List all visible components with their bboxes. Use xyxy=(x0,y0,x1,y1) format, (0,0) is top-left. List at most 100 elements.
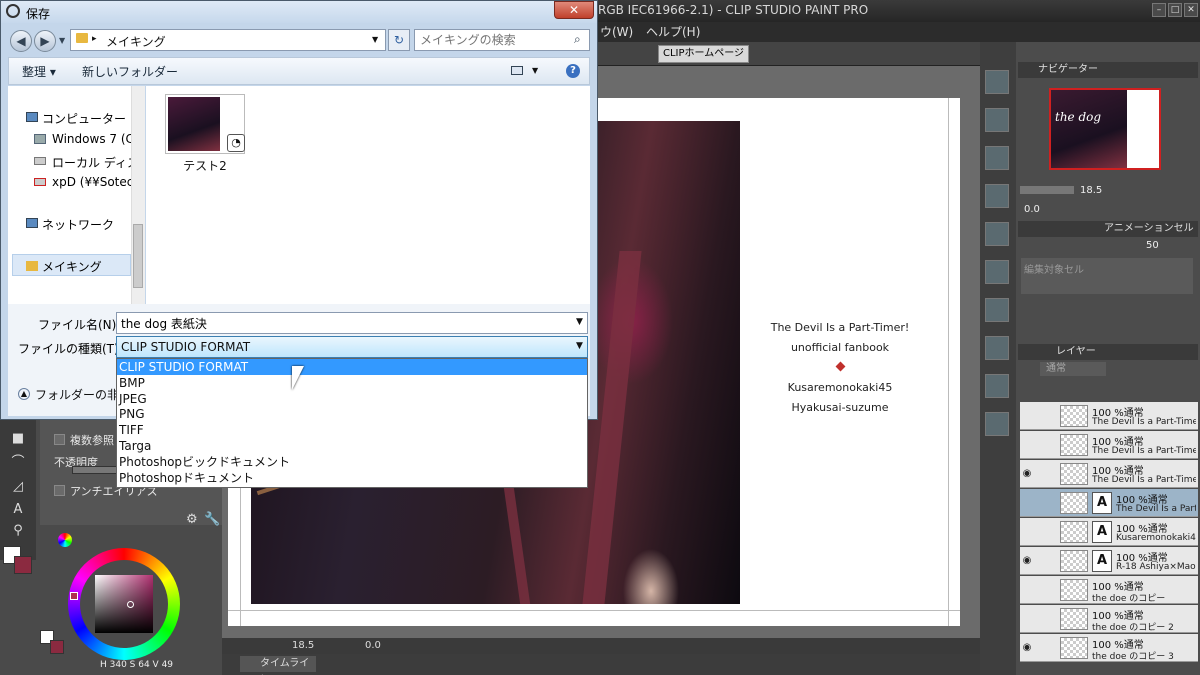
eye-icon[interactable]: ◉ xyxy=(1020,642,1034,654)
back-button[interactable]: ◀ xyxy=(10,30,32,52)
filetype-option[interactable]: Photoshopビックドキュメント xyxy=(117,454,587,470)
eye-icon[interactable]: ◉ xyxy=(1020,555,1034,567)
nav-scrollbar-thumb[interactable] xyxy=(133,224,143,288)
panel-icon[interactable] xyxy=(985,260,1009,284)
refresh-button[interactable]: ↻ xyxy=(388,29,410,51)
layer-name[interactable]: Kusaremonokaki45 xyxy=(1116,533,1196,543)
tab-navigator[interactable]: ナビゲーター xyxy=(1018,62,1198,78)
panel-icon[interactable] xyxy=(985,108,1009,132)
filetype-option[interactable]: CLIP STUDIO FORMAT xyxy=(117,359,587,375)
eye-icon[interactable] xyxy=(1020,439,1034,451)
layer-row[interactable]: A 100 %通常 The Devil Is a Part xyxy=(1020,489,1198,517)
file-name[interactable]: テスト2 xyxy=(165,157,245,174)
close-button[interactable]: ✕ xyxy=(554,1,594,19)
tab-timeline[interactable]: タイムライン xyxy=(240,656,316,675)
breadcrumb-arrow-icon[interactable]: ▸ xyxy=(92,34,97,44)
panel-icon[interactable] xyxy=(985,298,1009,322)
layer-name[interactable]: the doe のコピー xyxy=(1092,591,1196,604)
layer-row[interactable]: 100 %通常 The Devil Is a Part-Timer xyxy=(1020,402,1198,430)
fill-icon[interactable]: ■ xyxy=(11,432,25,446)
new-folder-button[interactable]: 新しいフォルダー xyxy=(82,63,178,80)
layer-name[interactable]: The Devil Is a Part-Timer xyxy=(1092,446,1196,456)
color-wheel-tab-icon[interactable] xyxy=(58,533,72,547)
layer-name[interactable]: The Devil Is a Part xyxy=(1116,504,1196,514)
eye-icon[interactable] xyxy=(1020,410,1034,422)
search-input[interactable] xyxy=(420,33,570,47)
layer-row[interactable]: ◉ 100 %通常 The Devil Is a Part-Timer xyxy=(1020,460,1198,488)
breadcrumb[interactable]: メイキング xyxy=(106,33,166,50)
clip-home-button[interactable]: CLIPホームページ xyxy=(658,45,750,63)
filename-input[interactable] xyxy=(116,312,588,334)
view-icon[interactable] xyxy=(511,66,523,75)
panel-icon[interactable] xyxy=(985,70,1009,94)
filetype-option[interactable]: TIFF xyxy=(117,422,587,438)
eye-icon[interactable] xyxy=(1020,497,1034,509)
filetype-option[interactable]: BMP xyxy=(117,375,587,391)
panel-icon[interactable] xyxy=(985,184,1009,208)
panel-icon[interactable] xyxy=(985,222,1009,246)
figure-icon[interactable]: ◿ xyxy=(11,480,25,494)
search-icon[interactable]: ⌕ xyxy=(574,32,581,47)
layer-row[interactable]: 100 %通常 the doe のコピー 2 xyxy=(1020,605,1198,633)
layer-row[interactable]: ◉ 100 %通常 the doe のコピー 3 xyxy=(1020,634,1198,662)
history-dropdown-icon[interactable]: ▼ xyxy=(59,36,65,45)
hue-marker[interactable] xyxy=(70,592,78,600)
panel-icon[interactable] xyxy=(985,336,1009,360)
anim-edit-target[interactable]: 編集対象セル xyxy=(1021,258,1193,294)
nav-item-making[interactable]: メイキング xyxy=(42,258,102,275)
filetype-option[interactable]: PNG xyxy=(117,406,587,422)
sub-color-swatch[interactable] xyxy=(14,556,32,574)
view-dropdown-icon[interactable]: ▼ xyxy=(532,66,538,75)
organize-button[interactable]: 整理 ▾ xyxy=(22,63,56,80)
app-close-button[interactable]: ✕ xyxy=(1184,3,1198,17)
layer-name[interactable]: The Devil Is a Part-Timer xyxy=(1092,475,1196,485)
layer-name[interactable]: the doe のコピー 3 xyxy=(1092,649,1196,662)
layer-name[interactable]: The Devil Is a Part-Timer xyxy=(1092,417,1196,427)
chevron-up-icon[interactable]: ▲ xyxy=(18,388,30,400)
filetype-option[interactable]: Targa xyxy=(117,438,587,454)
color-picker-marker[interactable] xyxy=(127,601,134,608)
panel-icon[interactable] xyxy=(985,146,1009,170)
tab-layer[interactable]: レイヤー xyxy=(1018,344,1198,360)
minimize-button[interactable]: – xyxy=(1152,3,1166,17)
forward-button[interactable]: ▶ xyxy=(34,30,56,52)
layer-name[interactable]: the doe のコピー 2 xyxy=(1092,620,1196,633)
layer-row[interactable]: 100 %通常 The Devil Is a Part-Timer xyxy=(1020,431,1198,459)
eye-icon[interactable] xyxy=(1020,613,1034,625)
multi-ref-checkbox[interactable] xyxy=(54,434,65,445)
brush-icon[interactable]: ⌒ xyxy=(11,456,25,470)
text-tool-icon[interactable]: A xyxy=(11,503,25,517)
filetype-option[interactable]: Photoshopドキュメント xyxy=(117,470,587,486)
eye-icon[interactable] xyxy=(1020,584,1034,596)
tab-animation-cel[interactable]: アニメーションセル xyxy=(1018,221,1198,237)
layer-row[interactable]: ◉ A 100 %通常 R-18 Ashiya×Mao xyxy=(1020,547,1198,575)
maximize-button[interactable]: □ xyxy=(1168,3,1182,17)
nav-item-network[interactable]: ネットワーク xyxy=(42,216,114,233)
layer-name[interactable]: R-18 Ashiya×Mao xyxy=(1116,562,1196,572)
navigator-zoom-slider[interactable] xyxy=(1020,186,1074,194)
menu-window[interactable]: ウ(W) xyxy=(600,23,633,40)
eye-icon[interactable] xyxy=(1020,526,1034,538)
help-icon[interactable]: ? xyxy=(566,64,580,78)
settings-gear-icon[interactable]: ⚙ xyxy=(186,512,198,527)
color-saturation-square[interactable] xyxy=(95,575,153,633)
balloon-icon[interactable]: ⚲ xyxy=(11,524,25,538)
nav-item-computer[interactable]: コンピューター xyxy=(42,110,126,127)
sub-color-swatch-small[interactable] xyxy=(50,640,64,654)
address-dropdown-icon[interactable]: ▼ xyxy=(372,35,378,44)
layer-row[interactable]: 100 %通常 the doe のコピー xyxy=(1020,576,1198,604)
antialias-checkbox[interactable] xyxy=(54,485,65,496)
filetype-dropdown-icon[interactable]: ▼ xyxy=(576,341,583,351)
wrench-icon[interactable]: 🔧 xyxy=(204,512,220,527)
filetype-option[interactable]: JPEG xyxy=(117,391,587,407)
menu-help[interactable]: ヘルプ(H) xyxy=(646,23,700,40)
nav-item-drive-c[interactable]: Windows 7 (C:) xyxy=(52,132,143,146)
filetype-select[interactable]: CLIP STUDIO FORMAT xyxy=(116,336,588,358)
eye-icon[interactable]: ◉ xyxy=(1020,468,1034,480)
nav-item-local-disk[interactable]: ローカル ディス xyxy=(52,154,139,171)
layer-row[interactable]: A 100 %通常 Kusaremonokaki45 xyxy=(1020,518,1198,546)
panel-icon[interactable] xyxy=(985,374,1009,398)
panel-icon[interactable] xyxy=(985,412,1009,436)
layer-blend-mode[interactable]: 通常 xyxy=(1040,362,1106,376)
filename-dropdown-icon[interactable]: ▼ xyxy=(576,317,583,327)
